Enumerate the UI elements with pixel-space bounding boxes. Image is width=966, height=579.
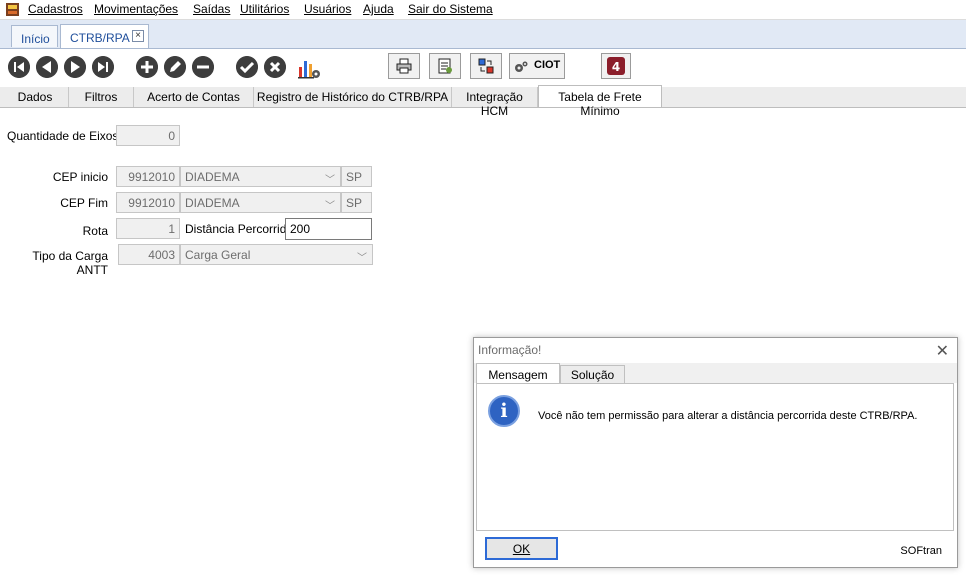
previous-record-icon[interactable] — [36, 56, 58, 78]
cancel-icon[interactable] — [264, 56, 286, 78]
doc-tab-inicio[interactable]: Início — [11, 25, 58, 47]
toolbar: CIOT 4 — [0, 49, 966, 86]
info-icon: i — [488, 395, 520, 427]
chevron-down-icon: ﹀ — [357, 253, 367, 264]
remove-icon[interactable] — [192, 56, 214, 78]
dialog-tabs: Mensagem Solução — [474, 363, 957, 385]
tab-acerto-label: Acerto de Contas — [147, 90, 240, 104]
close-tab-icon[interactable]: × — [132, 30, 144, 42]
tipo-carga-value: Carga Geral — [185, 248, 251, 262]
cep-inicio-label: CEP inicio — [52, 170, 108, 184]
section-tabs: Dados Filtros Acerto de Contas Registro … — [0, 85, 966, 118]
brand-label: SOFtran — [900, 545, 942, 557]
cep-inicio-uf-field[interactable]: SP — [341, 166, 372, 187]
add-icon[interactable] — [136, 56, 158, 78]
svg-text:4: 4 — [612, 60, 620, 74]
cep-fim-city-select[interactable]: DIADEMA ﹀ — [180, 192, 341, 213]
tipo-carga-label: Tipo da Carga ANTT — [32, 249, 108, 277]
dialog-tab-solucao[interactable]: Solução — [560, 365, 625, 384]
cep-fim-city-value: DIADEMA — [185, 196, 240, 210]
tab-integracao-hcm[interactable]: Integração HCM — [452, 87, 538, 118]
tab-dados-label: Dados — [17, 90, 53, 104]
dialog-message-panel: i Você não tem permissão para alterar a … — [476, 383, 954, 531]
doc-tab-inicio-label: Início — [21, 32, 50, 46]
dialog-message: Você não tem permissão para alterar a di… — [538, 410, 918, 422]
close-icon[interactable]: ✕ — [936, 341, 949, 361]
transfer-button[interactable] — [470, 53, 502, 79]
last-record-icon[interactable] — [92, 56, 114, 78]
tab-dados[interactable]: Dados — [2, 87, 69, 107]
chevron-down-icon: ﹀ — [325, 175, 335, 186]
gears-icon — [515, 61, 528, 72]
transfer-icon — [478, 58, 494, 74]
edit-icon[interactable] — [164, 56, 186, 78]
dialog-title: Informação! — [478, 343, 542, 357]
distancia-input[interactable]: 200 — [285, 218, 372, 240]
first-record-icon[interactable] — [8, 56, 30, 78]
ciot-label: CIOT — [534, 59, 561, 71]
qtd-eixos-label: Quantidade de Eixos — [7, 129, 119, 143]
tipo-carga-select[interactable]: Carga Geral ﹀ — [180, 244, 373, 265]
tab-integracao-label: Integração HCM — [466, 90, 523, 118]
menu-bar: Cadastros Movimentações Saídas Utilitári… — [0, 0, 966, 20]
cep-inicio-city-select[interactable]: DIADEMA ﹀ — [180, 166, 341, 187]
rota-field[interactable]: 1 — [116, 218, 180, 239]
next-record-icon[interactable] — [64, 56, 86, 78]
tab-registro-historico[interactable]: Registro de Histórico do CTRB/RPA — [254, 87, 452, 107]
menu-cadastros[interactable]: Cadastros — [28, 2, 83, 16]
menu-usuarios[interactable]: Usuários — [304, 2, 351, 16]
tipo-carga-code-field[interactable]: 4003 — [118, 244, 180, 265]
doc-tab-ctrb-rpa-label: CTRB/RPA — [70, 31, 130, 45]
print-button[interactable] — [388, 53, 420, 79]
ok-button[interactable]: OK — [485, 537, 558, 560]
logo-icon: 4 — [607, 57, 625, 75]
dialog-tab-mensagem-label: Mensagem — [488, 368, 548, 382]
tab-filtros[interactable]: Filtros — [69, 87, 134, 107]
tab-tabela-label: Tabela de Frete Mínimo — [558, 90, 642, 118]
document-tabs: Início CTRB/RPA × — [0, 20, 966, 49]
distancia-label: Distância Percorrida — [185, 222, 294, 236]
menu-movimentacoes[interactable]: Movimentações — [94, 2, 178, 16]
chevron-down-icon: ﹀ — [325, 201, 335, 212]
menu-utilitarios[interactable]: Utilitários — [240, 2, 289, 16]
tab-registro-label: Registro de Histórico do CTRB/RPA — [256, 90, 449, 104]
ciot-button[interactable]: CIOT — [509, 53, 565, 79]
qtd-eixos-field[interactable]: 0 — [116, 125, 180, 146]
tab-acerto-de-contas[interactable]: Acerto de Contas — [134, 87, 254, 107]
cep-inicio-code-field[interactable]: 9912010 — [116, 166, 180, 187]
brand-button[interactable]: 4 — [601, 53, 631, 79]
tab-tabela-frete-minimo[interactable]: Tabela de Frete Mínimo — [538, 85, 662, 118]
dialog-tab-mensagem[interactable]: Mensagem — [476, 363, 560, 385]
rota-label: Rota — [82, 224, 108, 238]
menu-sair[interactable]: Sair do Sistema — [408, 2, 493, 16]
report-button[interactable] — [429, 53, 461, 79]
info-dialog: Informação! ✕ Mensagem Solução i Você nã… — [473, 337, 958, 568]
report-icon — [438, 58, 452, 74]
confirm-icon[interactable] — [236, 56, 258, 78]
chart-settings-icon[interactable] — [297, 55, 322, 80]
doc-tab-ctrb-rpa[interactable]: CTRB/RPA × — [60, 24, 149, 48]
cep-fim-code-field[interactable]: 9912010 — [116, 192, 180, 213]
printer-icon — [396, 58, 412, 74]
tab-filtros-label: Filtros — [84, 90, 118, 104]
app-icon — [6, 3, 19, 16]
dialog-tab-solucao-label: Solução — [570, 368, 615, 382]
cep-inicio-city-value: DIADEMA — [185, 170, 240, 184]
cep-fim-label: CEP Fim — [60, 196, 108, 210]
cep-fim-uf-field[interactable]: SP — [341, 192, 372, 213]
menu-saidas[interactable]: Saídas — [193, 2, 230, 16]
menu-ajuda[interactable]: Ajuda — [363, 2, 394, 16]
